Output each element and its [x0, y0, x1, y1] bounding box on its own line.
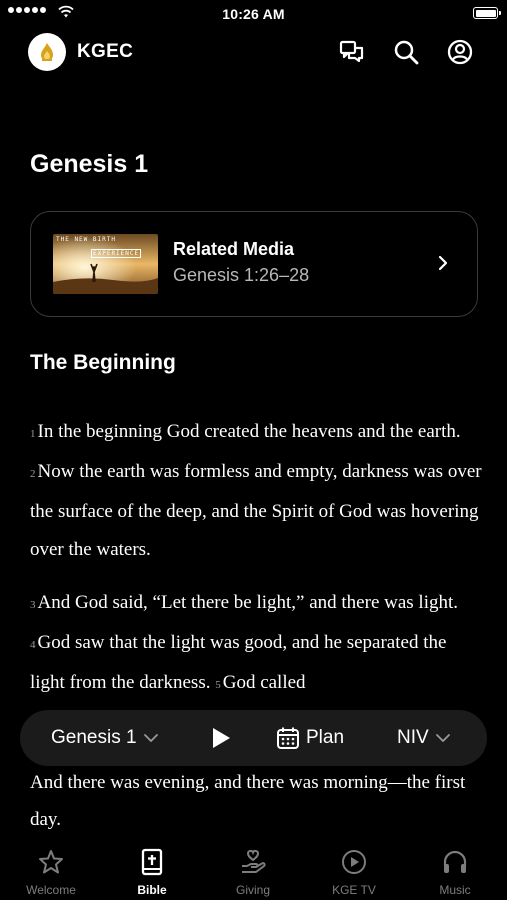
verse-number: 3 — [30, 598, 36, 611]
tab-bible[interactable]: Bible — [112, 848, 192, 897]
verse-number: 4 — [30, 639, 36, 652]
play-circle-icon — [342, 850, 366, 874]
status-time: 10:26 AM — [222, 6, 285, 22]
verse-number: 2 — [30, 468, 36, 481]
chapter-selector[interactable]: Genesis 1 — [51, 710, 159, 766]
verse-text[interactable]: And God said, “Let there be light,” and … — [38, 592, 459, 613]
related-media-reference: Genesis 1:26–28 — [173, 265, 310, 285]
tab-label: Bible — [137, 883, 167, 897]
thumbnail-image — [53, 234, 158, 294]
scripture-continuation[interactable]: And there was evening, and there was mor… — [30, 764, 485, 838]
scripture-paragraph: 1 In the beginning God created the heaven… — [30, 413, 485, 568]
status-bar: 10:26 AM — [0, 0, 507, 28]
headphones-icon — [443, 850, 467, 873]
related-media-card[interactable]: THE NEW BIRTH EXPERIENCE Related Media G… — [30, 211, 478, 317]
verse-number: 1 — [30, 428, 36, 440]
tab-kge-tv[interactable]: KGE TV — [314, 848, 394, 897]
tab-label: Music — [439, 883, 471, 897]
page-title: Genesis 1 — [30, 150, 149, 178]
chapter-label: Genesis 1 — [51, 727, 137, 748]
reading-player-bar: Genesis 1 Plan NIV — [20, 710, 487, 766]
play-icon[interactable] — [210, 726, 232, 750]
version-label: NIV — [397, 727, 429, 748]
section-heading: The Beginning — [30, 351, 176, 374]
tab-label: KGE TV — [332, 883, 376, 897]
battery-icon — [473, 7, 501, 19]
media-thumbnail: THE NEW BIRTH EXPERIENCE — [53, 234, 158, 294]
verse-text[interactable]: God called — [223, 672, 306, 693]
church-logo[interactable] — [28, 33, 66, 71]
app-header: KGEC — [0, 32, 507, 72]
chevron-down-icon — [435, 734, 450, 742]
plan-label: Plan — [306, 727, 345, 748]
verse-number: 5 — [215, 679, 221, 692]
tab-giving[interactable]: Giving — [213, 848, 293, 897]
scripture-text: 1 In the beginning God created the heaven… — [30, 413, 485, 720]
chevron-down-icon — [143, 734, 158, 742]
flame-logo-icon — [41, 43, 53, 61]
related-media-title: Related Media — [173, 239, 295, 259]
search-icon[interactable] — [392, 38, 420, 66]
verse-text[interactable]: In the beginning God created the heavens… — [38, 421, 461, 442]
version-selector[interactable]: NIV — [397, 710, 451, 766]
tab-label: Giving — [235, 883, 270, 897]
plan-button[interactable]: Plan — [276, 710, 344, 766]
scripture-paragraph: 3 And God said, “Let there be light,” and… — [30, 584, 485, 705]
verse-text[interactable]: Now the earth was formless and empty, da… — [30, 461, 482, 559]
app-brand: KGEC — [77, 41, 134, 62]
chat-icon[interactable] — [338, 38, 366, 66]
tab-music[interactable]: Music — [415, 848, 495, 897]
account-icon[interactable] — [446, 38, 474, 66]
bible-icon — [141, 848, 163, 876]
bottom-tab-bar: Welcome Bible Giving KGE TV Music — [0, 838, 507, 900]
tab-label: Welcome — [26, 883, 76, 897]
chevron-right-icon — [438, 255, 448, 271]
calendar-icon — [277, 727, 299, 749]
giving-icon — [242, 849, 266, 873]
tab-welcome[interactable]: Welcome — [11, 848, 91, 897]
star-icon — [39, 850, 63, 874]
